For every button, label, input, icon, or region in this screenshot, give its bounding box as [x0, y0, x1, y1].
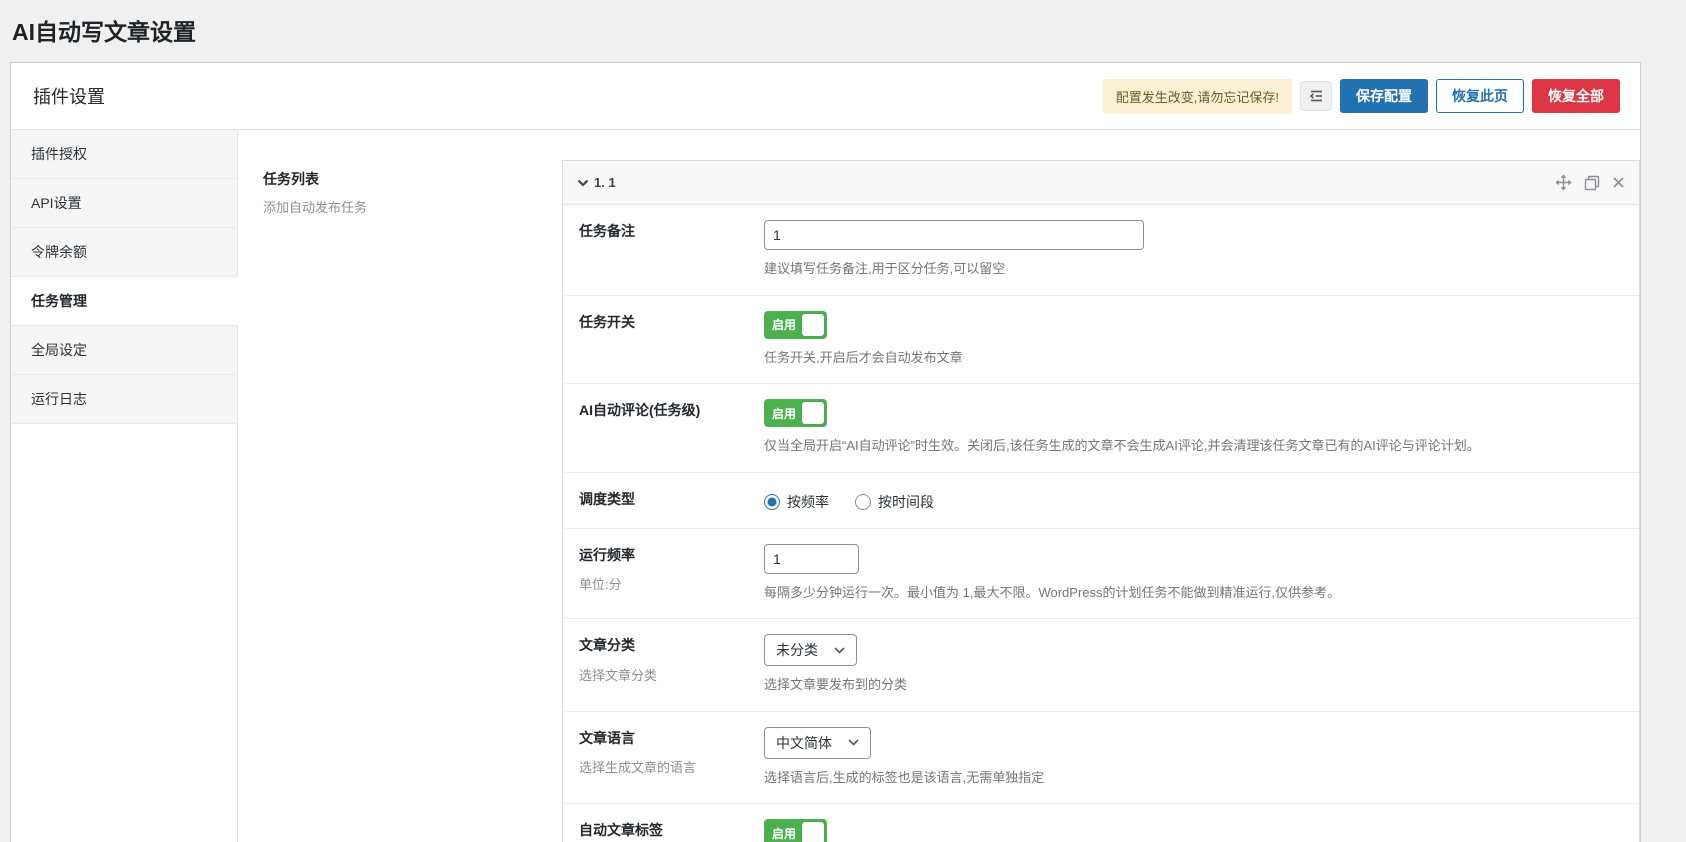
field-label: 任务开关 — [579, 313, 752, 333]
field-label: 文章语言 — [579, 729, 752, 749]
field-sublabel: 选择生成文章的语言 — [579, 757, 752, 776]
run-frequency-input[interactable] — [764, 544, 859, 574]
settings-card: 插件设置 配置发生改变,请勿忘记保存! 保存配置 恢复此页 恢复全部 插件授权 … — [10, 62, 1641, 842]
header-actions: 配置发生改变,请勿忘记保存! 保存配置 恢复此页 恢复全部 — [1103, 79, 1620, 114]
unsaved-changes-notice: 配置发生改变,请勿忘记保存! — [1103, 79, 1292, 114]
radio-label: 按时间段 — [878, 492, 934, 512]
field-row-schedule-type: 调度类型 按频率 按时间段 — [563, 473, 1639, 529]
field-help: 建议填写任务备注,用于区分任务,可以留空 — [764, 259, 1623, 279]
chevron-down-icon — [577, 179, 589, 187]
field-row-ai-auto-comment: AI自动评论(任务级) 启用 仅当全局开启“AI自动评论”时生效。关闭后,该任务… — [563, 384, 1639, 473]
toggle-knob — [802, 822, 824, 842]
task-panel-header[interactable]: 1. 1 — [563, 161, 1639, 205]
card-header: 插件设置 配置发生改变,请勿忘记保存! 保存配置 恢复此页 恢复全部 — [11, 63, 1640, 130]
nav-item-api-settings[interactable]: API设置 — [11, 179, 237, 228]
radio-by-frequency[interactable]: 按频率 — [764, 492, 829, 512]
card-title: 插件设置 — [33, 83, 105, 109]
field-help: 选择文章要发布到的分类 — [764, 675, 1623, 695]
restore-all-button[interactable]: 恢复全部 — [1532, 79, 1620, 113]
chevron-down-icon — [848, 739, 859, 746]
field-help: 选择语言后,生成的标签也是该语言,无需单独指定 — [764, 768, 1623, 788]
radio-by-time-period[interactable]: 按时间段 — [855, 492, 934, 512]
field-row-post-language: 文章语言 选择生成文章的语言 中文简体 选择语言后,生成的标签也是该语言,无需单… — [563, 712, 1639, 805]
field-label: 任务备注 — [579, 222, 752, 242]
select-value: 未分类 — [776, 640, 818, 660]
task-panel: 1. 1 — [562, 160, 1640, 842]
task-management-content: 任务列表 添加自动发布任务 1. 1 — [238, 130, 1640, 842]
collapse-panels-icon — [1309, 89, 1324, 103]
toggle-on-label: 启用 — [767, 825, 802, 842]
auto-post-tags-toggle[interactable]: 启用 — [764, 819, 827, 842]
save-config-button[interactable]: 保存配置 — [1340, 79, 1428, 113]
field-sublabel: 选择文章分类 — [579, 665, 752, 684]
section-subtitle: 添加自动发布任务 — [263, 197, 542, 216]
task-note-input[interactable] — [764, 220, 1144, 250]
nav-item-plugin-license[interactable]: 插件授权 — [11, 130, 237, 179]
toggle-on-label: 启用 — [767, 316, 802, 333]
section-title: 任务列表 — [263, 169, 542, 189]
post-category-select[interactable]: 未分类 — [764, 634, 857, 666]
task-panel-tools — [1555, 174, 1625, 191]
field-label: 文章分类 — [579, 636, 752, 656]
page-title: AI自动写文章设置 — [0, 0, 1686, 59]
field-help: 仅当全局开启“AI自动评论”时生效。关闭后,该任务生成的文章不会生成AI评论,并… — [764, 436, 1623, 456]
task-panel-title: 1. 1 — [577, 175, 616, 190]
field-label: 运行频率 — [579, 546, 752, 566]
field-label: AI自动评论(任务级) — [579, 401, 752, 421]
nav-item-token-balance[interactable]: 令牌余额 — [11, 228, 237, 277]
field-label: 调度类型 — [579, 490, 752, 510]
section-head: 任务列表 添加自动发布任务 — [263, 160, 562, 216]
select-value: 中文简体 — [776, 733, 832, 753]
nav-item-run-log[interactable]: 运行日志 — [11, 375, 237, 424]
duplicate-icon[interactable] — [1584, 175, 1600, 191]
settings-nav: 插件授权 API设置 令牌余额 任务管理 全局设定 运行日志 — [11, 130, 238, 842]
restore-page-button[interactable]: 恢复此页 — [1436, 79, 1524, 113]
card-body: 插件授权 API设置 令牌余额 任务管理 全局设定 运行日志 任务列表 添加自动… — [11, 130, 1640, 842]
field-row-auto-post-tags: 自动文章标签 自动生成文章标签 启用 开启后根据文章内容生成精准高频关键词 — [563, 804, 1639, 842]
post-language-select[interactable]: 中文简体 — [764, 727, 871, 759]
ai-auto-comment-toggle[interactable]: 启用 — [764, 399, 827, 427]
radio-dot-checked — [764, 494, 780, 510]
field-row-task-note: 任务备注 建议填写任务备注,用于区分任务,可以留空 — [563, 205, 1639, 296]
schedule-type-radio-group: 按频率 按时间段 — [764, 488, 1623, 512]
field-sublabel: 单位:分 — [579, 574, 752, 593]
field-label: 自动文章标签 — [579, 821, 752, 841]
radio-label: 按频率 — [787, 492, 829, 512]
radio-dot — [855, 494, 871, 510]
field-help: 每隔多少分钟运行一次。最小值为 1,最大不限。WordPress的计划任务不能做… — [764, 583, 1623, 603]
nav-item-global-settings[interactable]: 全局设定 — [11, 326, 237, 375]
collapse-panels-button[interactable] — [1300, 81, 1332, 111]
toggle-knob — [802, 402, 824, 424]
chevron-down-icon — [834, 647, 845, 654]
nav-item-task-management[interactable]: 任务管理 — [11, 277, 238, 326]
task-switch-toggle[interactable]: 启用 — [764, 311, 827, 339]
field-row-task-switch: 任务开关 启用 任务开关,开启后才会自动发布文章 — [563, 296, 1639, 385]
toggle-on-label: 启用 — [767, 405, 802, 422]
toggle-knob — [802, 314, 824, 336]
field-help: 任务开关,开启后才会自动发布文章 — [764, 348, 1623, 368]
close-icon[interactable] — [1612, 176, 1625, 189]
field-row-post-category: 文章分类 选择文章分类 未分类 选择文章要发布到的分类 — [563, 619, 1639, 712]
field-row-run-frequency: 运行频率 单位:分 每隔多少分钟运行一次。最小值为 1,最大不限。WordPre… — [563, 529, 1639, 620]
move-icon[interactable] — [1555, 174, 1572, 191]
